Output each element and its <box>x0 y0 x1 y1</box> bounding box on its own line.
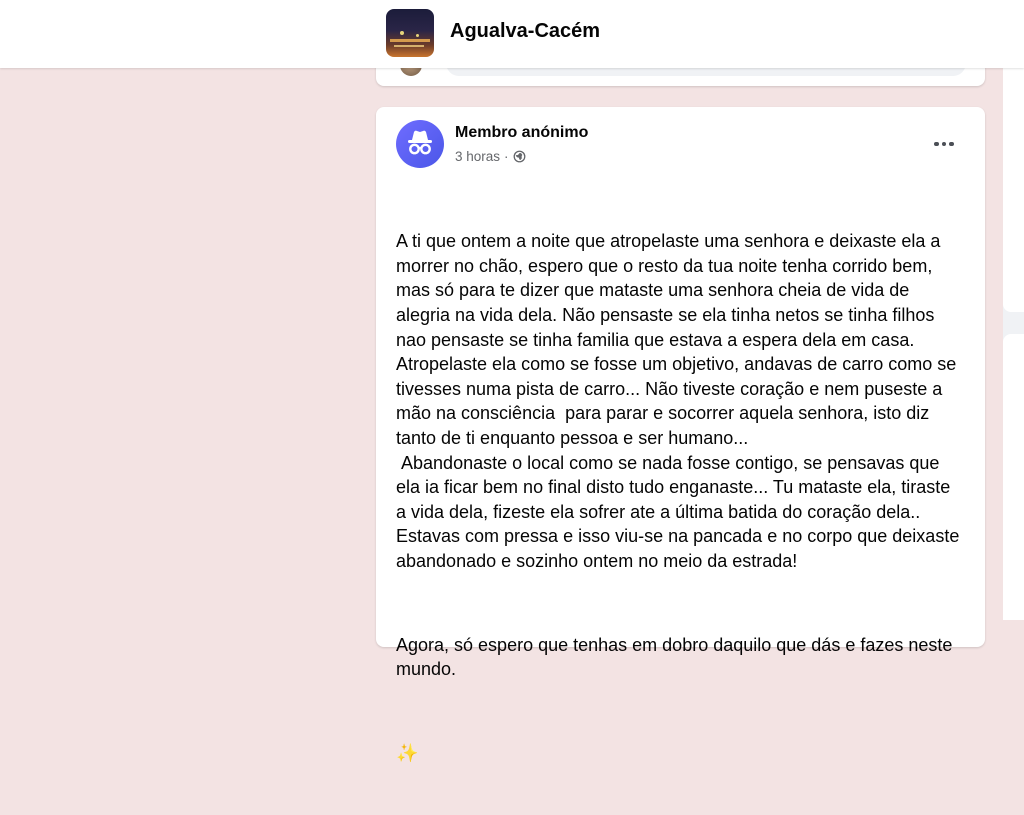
group-cover-thumbnail[interactable] <box>386 9 434 57</box>
anonymous-member-avatar[interactable] <box>396 120 444 168</box>
post-text: A ti que ontem a noite que atropelaste u… <box>396 180 961 815</box>
right-side-card <box>1003 68 1024 312</box>
post-paragraph: A ti que ontem a noite que atropelaste u… <box>396 231 960 571</box>
post-author[interactable]: Membro anónimo <box>455 124 588 142</box>
post-card: Membro anónimo 3 horas · A ti que ontem … <box>376 107 985 763</box>
post-timestamp[interactable]: 3 horas <box>455 149 500 164</box>
group-header: Agualva-Cacém <box>0 0 1024 68</box>
sparkles-emoji: ✨ <box>396 743 419 764</box>
post-paragraph: Agora, só espero que tenhas em dobro daq… <box>396 634 958 680</box>
group-title[interactable]: Agualva-Cacém <box>450 20 600 43</box>
right-side-card <box>1003 334 1024 620</box>
incognito-icon <box>408 130 432 155</box>
meta-separator: · <box>504 149 509 164</box>
more-options-icon <box>934 141 939 147</box>
globe-icon[interactable] <box>513 150 526 163</box>
more-options-button[interactable] <box>928 133 960 155</box>
post-meta: 3 horas · <box>455 149 526 164</box>
